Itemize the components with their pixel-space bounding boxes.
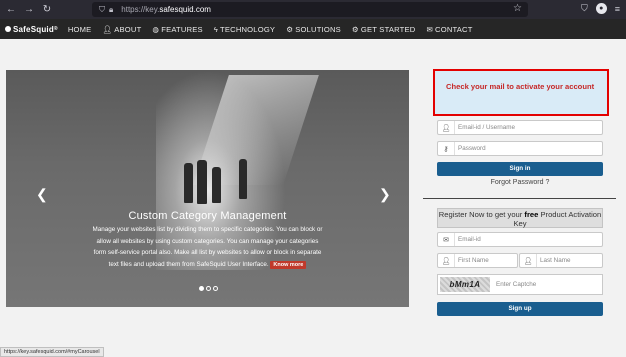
logo-text: SafeSquid: [13, 24, 54, 34]
browser-toolbar: ← → ↻ ⛉ 🔒︎ https://key.safesquid.com ☆ ⛉…: [0, 0, 626, 19]
register-heading-text: Register Now to get your: [438, 210, 525, 219]
browser-right-icons: ⛉ ● ≡: [581, 3, 620, 14]
back-icon[interactable]: ←: [4, 4, 18, 15]
carousel-dot[interactable]: [213, 286, 218, 291]
site-navbar: SafeSquid ® HOME 👤︎ ABOUT ◍ FEATURES ϟ TECHN…: [0, 19, 626, 39]
first-name-placeholder: First Name: [458, 257, 489, 264]
carousel-dot[interactable]: [206, 286, 211, 291]
registered-mark: ®: [53, 26, 58, 32]
captcha-image: bMm1A: [440, 277, 490, 292]
carousel-prev-icon[interactable]: ❮: [36, 186, 48, 203]
carousel-indicators: [199, 286, 218, 291]
sign-in-button[interactable]: Sign in: [437, 162, 603, 176]
menu-hamburger-icon[interactable]: ≡: [615, 4, 620, 14]
captcha-placeholder: Enter Captche: [496, 281, 537, 288]
silhouette-person: [212, 167, 221, 203]
logo-mark-icon: [5, 26, 11, 32]
shield-icon[interactable]: ⛉: [99, 5, 105, 15]
nav-technology[interactable]: ϟ TECHNOLOGY: [214, 25, 275, 34]
carousel-description: Manage your websites list by dividing th…: [90, 224, 325, 270]
bookmark-star-icon[interactable]: ☆: [513, 3, 522, 14]
nav-contact[interactable]: ✉ CONTACT: [426, 25, 472, 34]
nav-features[interactable]: ◍ FEATURES: [152, 25, 202, 34]
globe-icon: ◍: [152, 24, 160, 34]
user-icon: 👤︎: [520, 254, 537, 267]
register-email-field[interactable]: ✉ Email-id: [437, 232, 603, 247]
first-name-field[interactable]: 👤︎ First Name: [437, 253, 518, 268]
safesquid-logo[interactable]: SafeSquid ®: [5, 25, 58, 34]
key-icon: ⚷: [438, 142, 455, 155]
alert-message: Check your mail to activate your account: [446, 82, 595, 91]
silhouette-person: [197, 160, 207, 204]
nav-home[interactable]: HOME: [68, 25, 92, 34]
register-heading: Register Now to get your free Product Ac…: [437, 208, 603, 228]
envelope-icon: ✉: [426, 24, 434, 34]
carousel-next-icon[interactable]: ❯: [379, 186, 391, 203]
lock-icon[interactable]: 🔒︎: [109, 5, 113, 15]
login-password-field[interactable]: ⚷ Password: [437, 141, 603, 156]
know-more-button[interactable]: Know more: [270, 260, 307, 269]
forgot-password-link[interactable]: Forgot Password ?: [437, 179, 603, 186]
feature-carousel: ❮ ❯ Custom Category Management Manage yo…: [6, 70, 409, 307]
last-name-field[interactable]: 👤︎ Last Name: [519, 253, 603, 268]
address-bar[interactable]: ⛉ 🔒︎ https://key.safesquid.com ☆: [92, 2, 528, 17]
register-heading-free: free: [524, 210, 539, 219]
login-email-field[interactable]: 👤︎ Email-id / Username: [437, 120, 603, 135]
url-text: https://key.safesquid.com: [121, 5, 211, 14]
pocket-icon[interactable]: ⛉: [581, 3, 588, 14]
user-icon: 👤︎: [438, 254, 455, 267]
nav-about[interactable]: 👤︎ ABOUT: [102, 25, 141, 34]
main-menu: HOME 👤︎ ABOUT ◍ FEATURES ϟ TECHNOLOGY ⚙ SOLU…: [68, 25, 484, 34]
login-password-placeholder: Password: [458, 145, 486, 152]
login-email-placeholder: Email-id / Username: [458, 124, 516, 131]
carousel-title: Custom Category Management: [128, 210, 287, 222]
user-icon: 👤︎: [438, 121, 455, 134]
last-name-placeholder: Last Name: [540, 257, 571, 264]
bolt-icon: ϟ: [213, 24, 219, 34]
register-email-placeholder: Email-id: [458, 236, 481, 243]
cogs-icon: ⚙: [351, 24, 359, 34]
status-bar-link: https://key.safesquid.com/#myCarousel: [0, 347, 104, 357]
reload-icon[interactable]: ↻: [40, 4, 54, 15]
silhouette-person: [184, 163, 193, 203]
section-divider: [423, 198, 616, 199]
envelope-icon: ✉: [438, 233, 455, 246]
captcha-field[interactable]: bMm1A Enter Captche: [437, 274, 603, 295]
forward-icon[interactable]: →: [22, 4, 36, 15]
sign-up-button[interactable]: Sign up: [437, 302, 603, 316]
nav-get-started[interactable]: ⚙ GET STARTED: [352, 25, 416, 34]
account-avatar-icon[interactable]: ●: [595, 3, 607, 14]
nav-solutions[interactable]: ⚙ SOLUTIONS: [286, 25, 341, 34]
cogs-icon: ⚙: [286, 24, 294, 34]
user-icon: 👤︎: [102, 24, 113, 34]
carousel-dot[interactable]: [199, 286, 204, 291]
activation-alert: Check your mail to activate your account: [433, 69, 609, 116]
silhouette-person: [239, 159, 247, 199]
